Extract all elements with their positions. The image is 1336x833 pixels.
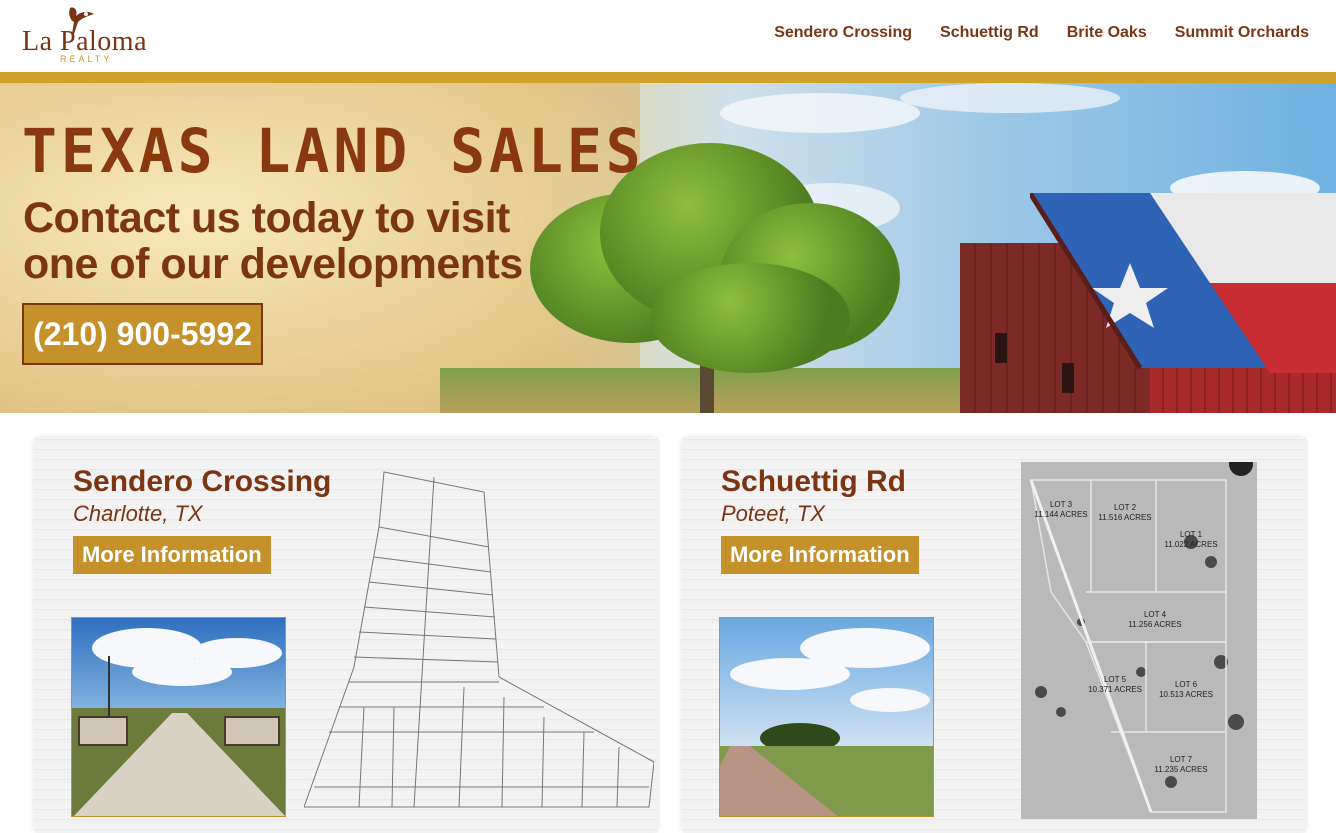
cloud [850, 688, 930, 712]
header-divider [0, 72, 1336, 83]
lot-acres: 11.022 ACRES [1164, 540, 1217, 549]
lot-acres: 10.371 ACRES [1088, 685, 1142, 694]
card-location: Poteet, TX [721, 501, 825, 526]
entrance-sign [78, 716, 128, 746]
lot-label: LOT 4 [1144, 610, 1167, 619]
nav-link-sendero-crossing[interactable]: Sendero Crossing [774, 24, 912, 42]
lot-acres: 11.235 ACRES [1154, 765, 1207, 774]
hero-title: TEXAS LAND SALES [22, 115, 645, 187]
nav-link-schuettig-rd[interactable]: Schuettig Rd [940, 24, 1039, 42]
dirt-road [720, 746, 838, 816]
cornfield [440, 368, 1000, 413]
lot-label: LOT 1 [1180, 530, 1203, 539]
lot-label: LOT 5 [1104, 675, 1127, 684]
cloud [132, 658, 232, 686]
utility-pole [108, 656, 110, 718]
lot-acres: 10.513 ACRES [1159, 690, 1213, 699]
lot-acres: 11.256 ACRES [1128, 620, 1181, 629]
plat-map-image[interactable] [304, 467, 654, 812]
card-title: Sendero Crossing [73, 465, 332, 498]
lot-acres: 11.516 ACRES [1098, 513, 1151, 522]
property-photo[interactable] [71, 617, 286, 817]
development-card-sendero-crossing: Sendero Crossing Charlotte, TX More Info… [34, 437, 658, 833]
phone-button[interactable]: (210) 900-5992 [22, 303, 263, 365]
logo-subtext: REALTY [60, 54, 113, 64]
lot-label: LOT 2 [1114, 503, 1137, 512]
nav-link-brite-oaks[interactable]: Brite Oaks [1067, 24, 1147, 42]
lot-acres: 11.144 ACRES [1034, 510, 1087, 519]
cloud [730, 658, 850, 690]
tree-crown [650, 263, 850, 373]
card-title: Schuettig Rd [721, 465, 906, 498]
lot-label: LOT 3 [1050, 500, 1073, 509]
barn-window [995, 333, 1007, 363]
more-information-button[interactable]: More Information [73, 536, 271, 574]
aerial-lot-map-image[interactable]: LOT 3 11.144 ACRES LOT 2 11.516 ACRES LO… [1021, 462, 1257, 819]
nav-link-summit-orchards[interactable]: Summit Orchards [1175, 24, 1309, 42]
lot-label: LOT 7 [1170, 755, 1193, 764]
card-location: Charlotte, TX [73, 501, 203, 526]
entrance-sign [224, 716, 280, 746]
logo[interactable]: La Paloma REALTY [22, 6, 172, 64]
more-information-button[interactable]: More Information [721, 536, 919, 574]
development-card-schuettig-rd: Schuettig Rd Poteet, TX More Information [682, 437, 1306, 833]
property-photo[interactable] [719, 617, 934, 817]
lot-boundaries: LOT 3 11.144 ACRES LOT 2 11.516 ACRES LO… [1021, 462, 1257, 819]
barn-window [1062, 363, 1074, 393]
lot-label: LOT 6 [1175, 680, 1198, 689]
cloud [900, 83, 1120, 113]
cloud [720, 93, 920, 133]
hero-subtitle: Contact us today to visit one of our dev… [23, 194, 523, 288]
site-header: La Paloma REALTY Sendero Crossing Schuet… [0, 0, 1336, 72]
hero-banner: TEXAS LAND SALES Contact us today to vis… [0, 83, 1336, 413]
main-nav: Sendero Crossing Schuettig Rd Brite Oaks… [774, 24, 1309, 42]
texas-flag-roof [1030, 193, 1336, 373]
